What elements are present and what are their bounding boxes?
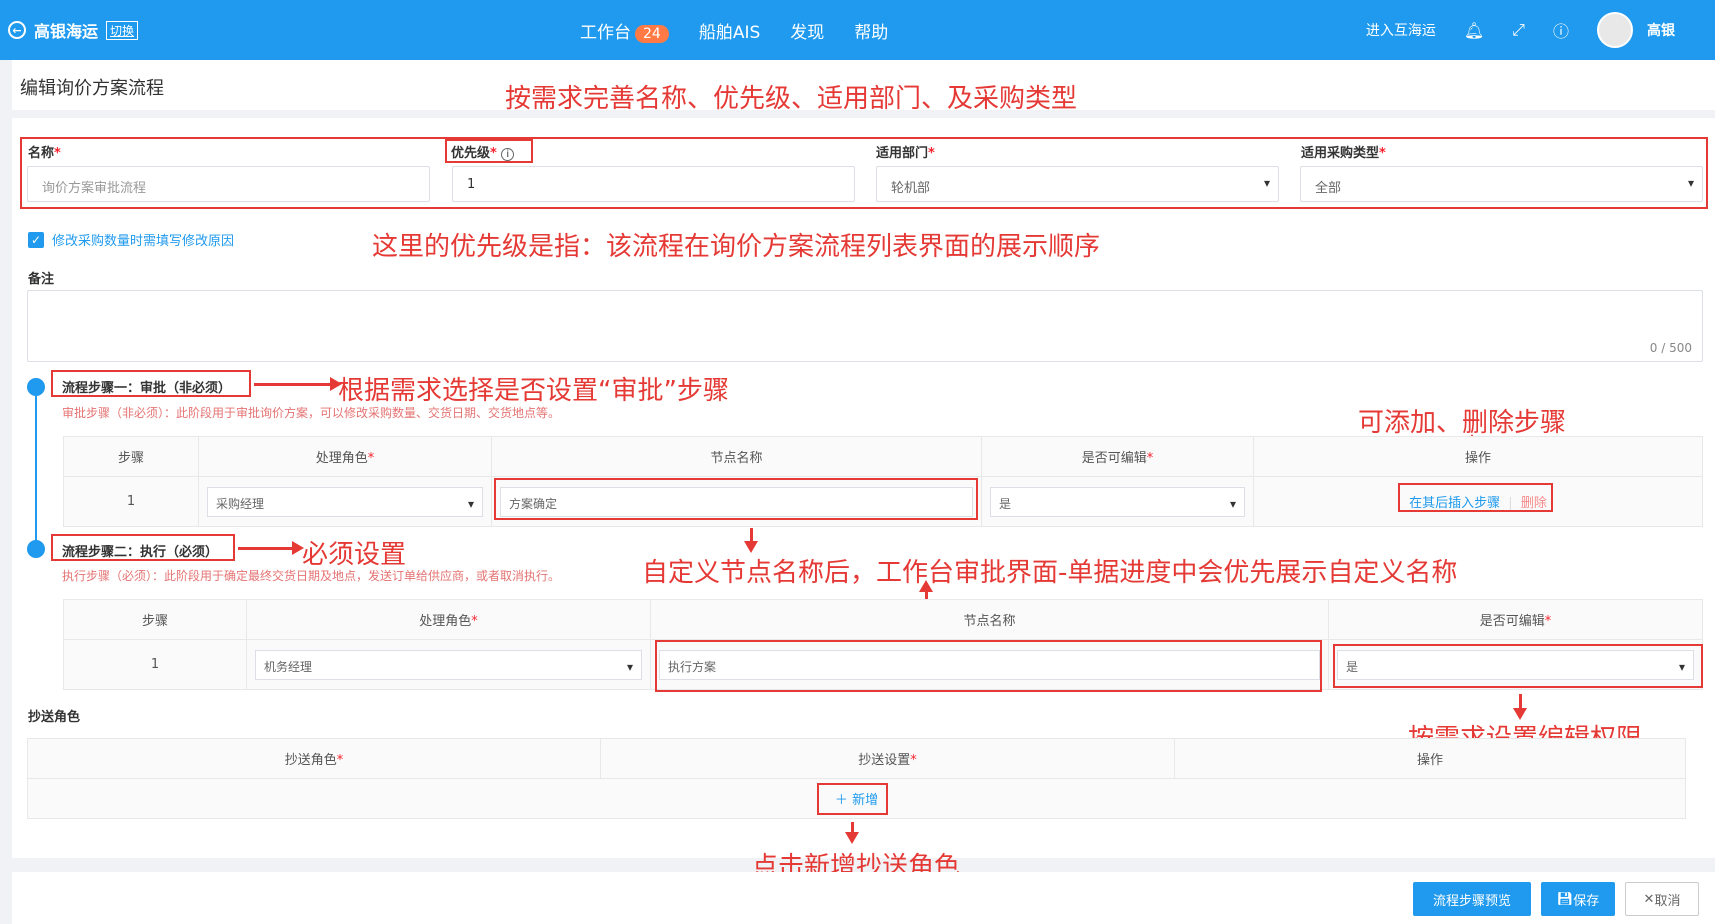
add-cc-button[interactable]: ＋ 新增 — [835, 793, 878, 808]
department-select[interactable]: 轮机部 — [876, 166, 1279, 202]
role-select[interactable]: 采购经理 — [207, 486, 483, 517]
priority-field[interactable]: 1 — [452, 166, 855, 202]
cc-label: 抄送角色 — [28, 710, 81, 725]
workbench-badge: 24 — [635, 25, 669, 43]
top-navbar: ← 高银海运 切换 工作台 24 船舶AIS 发现 帮助 进入互海运 🔔︎ ⤢ ⓘ… — [0, 0, 1715, 60]
action-cell: 在其后插入步骤 | 删除 — [1253, 476, 1703, 527]
help-icon[interactable]: ⓘ — [1553, 18, 1569, 42]
save-icon: 💾︎ — [1556, 891, 1574, 907]
remarks-textarea[interactable]: 0 / 500 — [27, 290, 1703, 362]
remarks-label: 备注 — [28, 272, 55, 287]
step2-dot — [27, 540, 45, 558]
editable-select[interactable]: 是 — [990, 486, 1245, 517]
col-role: 处理角色* — [198, 436, 492, 477]
annotation-add-delete: 可添加、删除步骤 — [1358, 408, 1567, 438]
avatar — [1597, 12, 1633, 48]
step2-title: 流程步骤二：执行（必须） — [62, 545, 219, 560]
priority-label: 优先级* i — [451, 142, 515, 161]
step-connector — [35, 396, 37, 548]
purchase-type-label: 适用采购类型* — [1301, 146, 1386, 161]
info-icon[interactable]: i — [501, 148, 515, 161]
bell-icon[interactable]: 🔔︎ — [1464, 21, 1484, 40]
add-row: ＋ 新增 — [27, 778, 1686, 819]
step1-dot — [27, 378, 45, 396]
arrow-add — [845, 822, 859, 844]
step-index: 1 — [63, 476, 199, 527]
arrow-step1 — [254, 377, 342, 391]
step2-table: 步骤 处理角色* 节点名称 是否可编辑* 1 机务经理 执行方案 是 — [63, 599, 1703, 690]
nav-ais[interactable]: 船舶AIS — [699, 18, 760, 43]
col-cc-setting: 抄送设置* — [600, 738, 1175, 779]
preview-button[interactable]: 流程步骤预览 — [1413, 882, 1531, 916]
enter-link[interactable]: 进入互海运 — [1366, 20, 1436, 40]
insert-step-link[interactable]: 在其后插入步骤 — [1409, 496, 1500, 511]
nav-workbench-label: 工作台 — [580, 23, 631, 43]
arrow-editable — [1513, 694, 1527, 720]
step-index: 1 — [63, 639, 247, 690]
brand-name: 高银海运 — [34, 22, 99, 41]
col-step: 步骤 — [63, 599, 247, 640]
checkbox-label: 修改采购数量时需填写修改原因 — [52, 234, 235, 249]
editable-select[interactable]: 是 — [1337, 649, 1694, 680]
role-select[interactable]: 机务经理 — [255, 649, 642, 680]
plus-icon: ＋ — [834, 793, 853, 808]
col-editable: 是否可编辑* — [981, 436, 1254, 477]
delete-step-link[interactable]: 删除 — [1521, 496, 1547, 511]
col-step: 步骤 — [63, 436, 199, 477]
name-label: 名称* — [28, 146, 61, 161]
annotation-step1: 根据需求选择是否设置“审批”步骤 — [338, 376, 729, 406]
department-label: 适用部门* — [876, 146, 935, 161]
purchase-type-select[interactable]: 全部 — [1300, 166, 1703, 202]
step1-title: 流程步骤一：审批（非必须） — [62, 381, 232, 396]
node-name-input[interactable]: 方案确定 — [500, 486, 973, 517]
col-editable: 是否可编辑* — [1328, 599, 1703, 640]
header-right: 进入互海运 🔔︎ ⤢ ⓘ 高银 — [1366, 12, 1675, 48]
annotation-node-name: 自定义节点名称后，工作台审批界面-单据进度中会优先展示自定义名称 — [642, 558, 1458, 588]
main-nav: 工作台 24 船舶AIS 发现 帮助 — [580, 18, 888, 43]
col-node-name: 节点名称 — [650, 599, 1329, 640]
arrow-node-name-1 — [744, 528, 758, 553]
nav-discover[interactable]: 发现 — [790, 18, 824, 43]
nav-help[interactable]: 帮助 — [854, 18, 888, 43]
node-name-input[interactable]: 执行方案 — [659, 649, 1320, 680]
col-node-name: 节点名称 — [491, 436, 982, 477]
table-row: 1 采购经理 方案确定 是 在其后插入步骤 | 删除 — [63, 476, 1703, 527]
save-button[interactable]: 💾︎ 保存 — [1541, 882, 1615, 916]
page-title: 编辑询价方案流程 — [20, 78, 164, 99]
cc-table: 抄送角色* 抄送设置* 操作 ＋ 新增 — [27, 738, 1686, 819]
step1-desc: 审批步骤（非必须）：此阶段用于审批询价方案，可以修改采购数量、交货日期、交货地点… — [62, 406, 561, 420]
remarks-counter: 0 / 500 — [1649, 341, 1692, 355]
step2-desc: 执行步骤（必须）：此阶段用于确定最终交货日期及地点，发送订单给供应商，或者取消执… — [62, 569, 561, 583]
back-icon[interactable]: ← — [8, 21, 26, 39]
username: 高银 — [1647, 23, 1675, 39]
switch-link[interactable]: 切换 — [106, 20, 139, 40]
table-row: 1 机务经理 执行方案 是 — [63, 639, 1703, 690]
annotation-fields: 按需求完善名称、优先级、适用部门、及采购类型 — [505, 84, 1078, 114]
brand[interactable]: ← 高银海运 切换 — [8, 18, 139, 42]
annotation-step2: 必须设置 — [302, 540, 407, 570]
fullscreen-icon[interactable]: ⤢ — [1512, 20, 1525, 40]
user-menu[interactable]: 高银 — [1597, 12, 1675, 48]
checkbox-icon: ✓ — [28, 231, 44, 248]
name-field[interactable]: 询价方案审批流程 — [27, 166, 430, 202]
nav-workbench[interactable]: 工作台 24 — [580, 18, 669, 43]
close-icon: ✕ — [1643, 891, 1655, 907]
step1-table: 步骤 处理角色* 节点名称 是否可编辑* 操作 1 采购经理 方案确定 是 在其… — [63, 436, 1703, 527]
annotation-priority: 这里的优先级是指：该流程在询价方案流程列表界面的展示顺序 — [372, 232, 1101, 262]
modify-reason-checkbox[interactable]: ✓ 修改采购数量时需填写修改原因 — [28, 230, 234, 249]
col-cc-role: 抄送角色* — [27, 738, 601, 779]
col-role: 处理角色* — [246, 599, 651, 640]
col-cc-action: 操作 — [1174, 738, 1686, 779]
col-action: 操作 — [1253, 436, 1703, 477]
cancel-button[interactable]: ✕ 取消 — [1625, 882, 1699, 916]
arrow-step2 — [238, 541, 304, 555]
